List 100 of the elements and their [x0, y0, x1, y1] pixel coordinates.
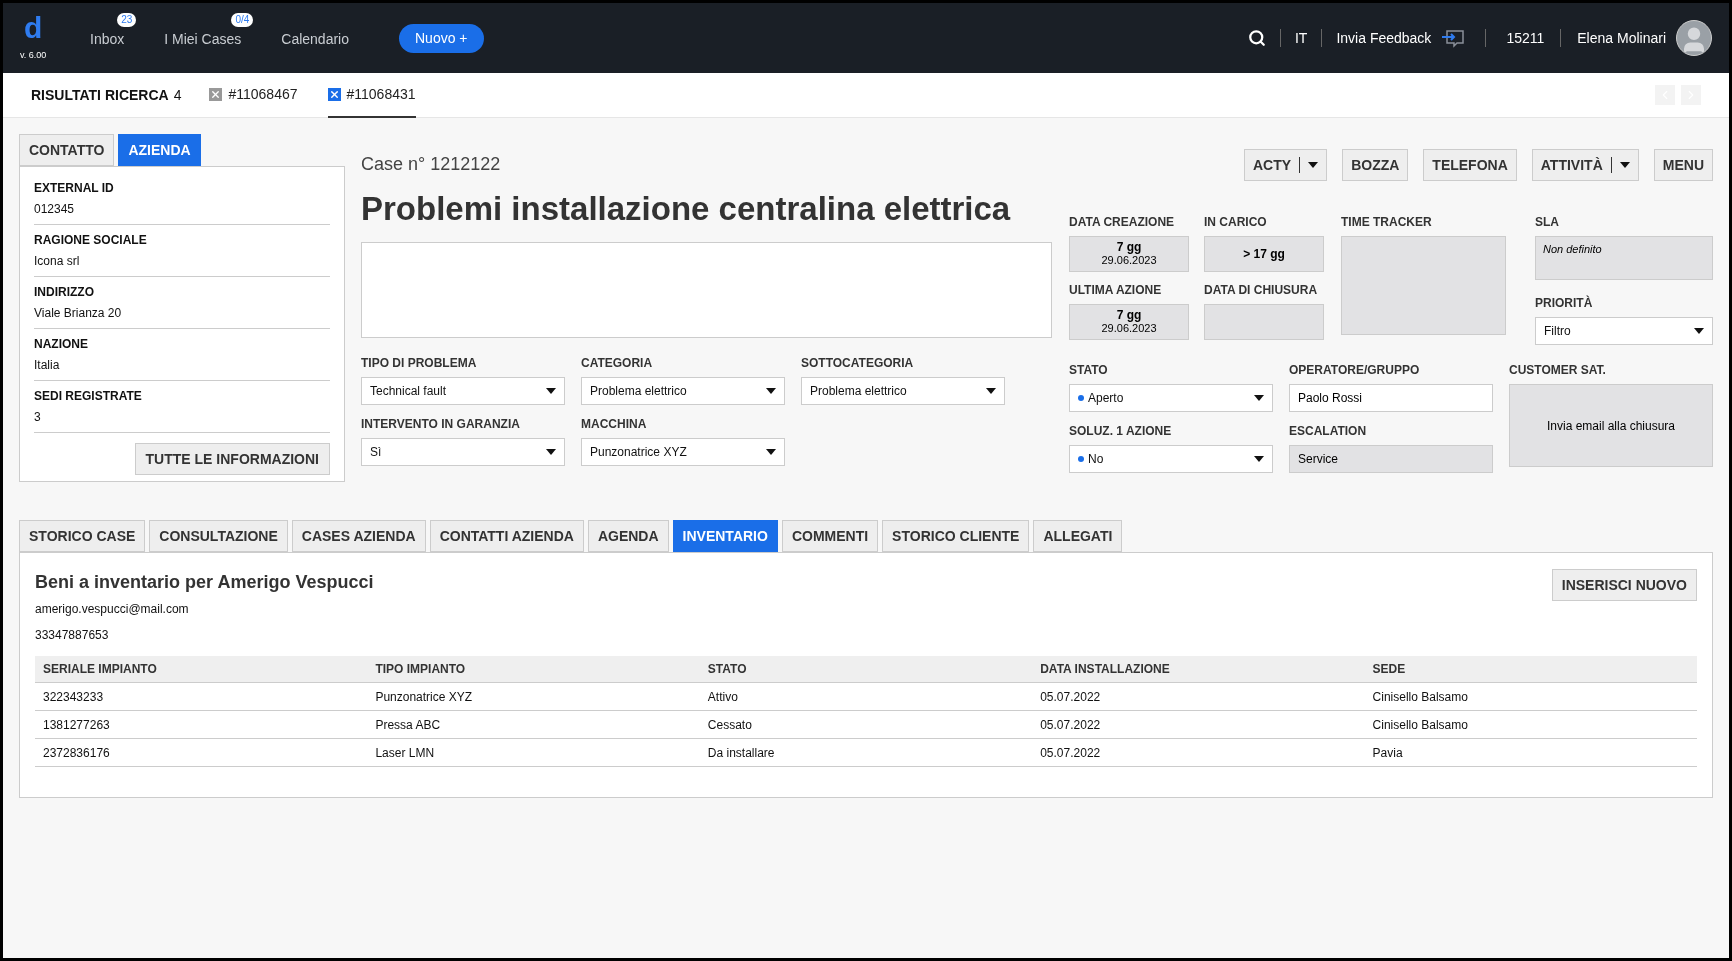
table-cell-text: Pavia — [1371, 744, 1404, 762]
caret-icon — [1254, 456, 1264, 462]
field-value: Italia — [34, 357, 61, 374]
column-header: DATA INSTALLAZIONE — [1039, 661, 1171, 678]
all-info-button[interactable]: TUTTE LE INFORMAZIONI — [134, 443, 330, 475]
table-cell-text: Cessato — [706, 716, 753, 734]
field-value: 3 — [34, 409, 42, 426]
description-field[interactable] — [361, 241, 1052, 338]
section-tab[interactable]: CONTATTI AZIENDA — [429, 520, 584, 552]
field-label: TIME TRACKER — [1341, 214, 1433, 231]
field-value: 012345 — [34, 201, 76, 218]
field-label: INTERVENTO IN GARANZIA — [361, 415, 521, 433]
close-icon[interactable] — [327, 87, 341, 101]
insert-new-button[interactable]: INSERISCI NUOVO — [1551, 569, 1697, 601]
action-button[interactable]: ACTY — [1244, 149, 1328, 181]
table-cell-text: Laser LMN — [374, 744, 436, 762]
escalation-field: Service — [1289, 445, 1493, 473]
table-cell-text: Cinisello Balsamo — [1371, 688, 1469, 706]
action-button[interactable]: BOZZA — [1342, 149, 1409, 181]
table-cell-text: 05.07.2022 — [1039, 744, 1102, 762]
field-label: RAGIONE SOCIALE — [34, 232, 148, 249]
field-value: Viale Brianza 20 — [34, 305, 123, 322]
select-field[interactable]: No — [1069, 445, 1273, 473]
inventory-title: Beni a inventario per Amerigo Vespucci — [35, 571, 374, 594]
results-count: 4 — [173, 85, 182, 105]
field-label: SLA — [1535, 214, 1560, 231]
version-label: v. 6.00 — [20, 49, 47, 63]
caret-icon — [546, 448, 556, 455]
select-field[interactable]: Sì — [361, 437, 565, 466]
select-field[interactable]: Problema elettrico — [581, 376, 785, 405]
caret-icon — [1694, 328, 1704, 334]
column-header: SERIALE IMPIANTO — [42, 661, 158, 678]
panel-tab[interactable]: AZIENDA — [118, 134, 201, 166]
case-title: Problemi installazione centralina elettrica — [361, 189, 1012, 229]
case-tab[interactable]: #11068467 — [209, 72, 298, 118]
select-field[interactable]: Technical fault — [361, 376, 565, 405]
section-tab[interactable]: INVENTARIO — [672, 520, 778, 552]
section-tab[interactable]: STORICO CASE — [19, 520, 146, 552]
caret-icon — [766, 448, 776, 455]
count-badge: 0/4 — [231, 13, 254, 27]
caret-icon — [986, 387, 996, 394]
field-label: CATEGORIA — [581, 354, 654, 372]
section-tab[interactable]: COMMENTI — [781, 520, 879, 552]
count-badge: 23 — [117, 13, 137, 27]
field-label: ULTIMA AZIONE — [1069, 282, 1163, 299]
field-label: OPERATORE/GRUPPO — [1289, 362, 1421, 379]
duration-box: > 17 gg — [1204, 236, 1324, 272]
feedback-icon[interactable] — [1441, 28, 1466, 48]
section-tab[interactable]: CASES AZIENDA — [291, 520, 426, 552]
nav-link[interactable]: Inbox — [90, 31, 125, 47]
column-header: STATO — [706, 661, 748, 678]
table-cell-text: Cinisello Balsamo — [1371, 716, 1469, 734]
field-label: PRIORITÀ — [1535, 294, 1594, 312]
section-tab[interactable]: STORICO CLIENTE — [882, 520, 1030, 552]
new-button[interactable]: Nuovo + — [399, 23, 484, 53]
section-tab[interactable]: CONSULTAZIONE — [149, 520, 288, 552]
field-label: NAZIONE — [34, 336, 89, 353]
select-field[interactable]: Problema elettrico — [801, 376, 1005, 405]
select-field[interactable]: Filtro — [1535, 317, 1713, 345]
email-text: amerigo.vespucci@mail.com — [35, 601, 190, 618]
field-label: MACCHINA — [581, 415, 648, 433]
field-label: INDIRIZZO — [34, 284, 95, 301]
table-cell-text: 05.07.2022 — [1039, 716, 1102, 734]
feedback-link[interactable]: Invia Feedback — [1336, 27, 1432, 49]
field-label: CUSTOMER SAT. — [1509, 362, 1607, 379]
field-label: EXTERNAL ID — [34, 180, 115, 197]
logo[interactable]: d — [24, 13, 43, 44]
phone-text: 33347887653 — [35, 627, 110, 644]
nav-link[interactable]: I Miei Cases — [164, 31, 242, 47]
customer-sat-box[interactable]: Invia email alla chiusura — [1509, 384, 1713, 467]
nav-link[interactable]: Calendario — [281, 31, 349, 47]
language-selector[interactable]: IT — [1294, 27, 1308, 49]
action-button[interactable]: TELEFONA — [1423, 149, 1517, 181]
section-tab[interactable]: AGENDA — [587, 520, 669, 552]
caret-icon — [1254, 395, 1264, 401]
case-number: Case n° 1212122 — [361, 153, 502, 176]
field-label: SEDI REGISTRATE — [34, 388, 143, 405]
column-header: SEDE — [1371, 661, 1407, 678]
caret-icon — [546, 387, 556, 394]
table-cell-text: Da installare — [706, 744, 776, 762]
close-icon[interactable] — [209, 87, 223, 101]
action-button[interactable]: ATTIVITÀ — [1531, 149, 1639, 181]
user-name[interactable]: Elena Molinari — [1577, 27, 1666, 49]
section-tab[interactable]: ALLEGATI — [1033, 520, 1123, 552]
table-cell-text: Attivo — [706, 688, 739, 706]
user-code: 15211 — [1506, 28, 1545, 48]
action-button[interactable]: MENU — [1653, 149, 1713, 181]
field-label: DATA CREAZIONE — [1069, 214, 1176, 231]
case-tab[interactable]: #11068431 — [327, 72, 416, 118]
caret-icon — [766, 387, 776, 394]
table-cell-text: 2372836176 — [42, 744, 111, 762]
field-label: ESCALATION — [1289, 423, 1368, 440]
operator-field[interactable]: Paolo Rossi — [1289, 384, 1493, 412]
date-box: 7 gg 29.06.2023 — [1069, 236, 1189, 272]
select-field[interactable]: Aperto — [1069, 384, 1273, 412]
field-value: Icona srl — [34, 253, 81, 270]
avatar[interactable] — [1676, 20, 1712, 56]
select-field[interactable]: Punzonatrice XYZ — [581, 437, 785, 466]
search-icon[interactable] — [1247, 29, 1266, 47]
panel-tab[interactable]: CONTATTO — [19, 134, 115, 166]
